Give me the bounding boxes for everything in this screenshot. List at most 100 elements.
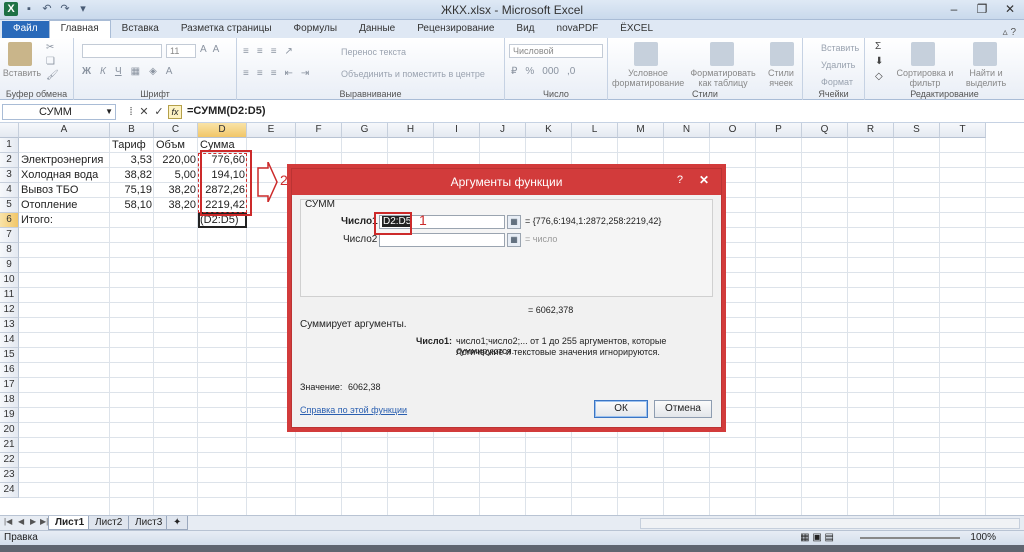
column-header-i[interactable]: I: [434, 123, 480, 138]
row-header-8[interactable]: 8: [0, 243, 19, 258]
fill-color-icon[interactable]: ◈: [149, 66, 157, 77]
merge-center-button[interactable]: Объединить и поместить в центре: [341, 69, 485, 79]
prev-sheet-icon[interactable]: ◀: [18, 517, 24, 526]
row-header-2[interactable]: 2: [0, 153, 19, 168]
column-header-e[interactable]: E: [247, 123, 296, 138]
sort-filter-icon[interactable]: [911, 42, 935, 66]
column-header-o[interactable]: O: [710, 123, 756, 138]
row-header-9[interactable]: 9: [0, 258, 19, 273]
shrink-font-icon[interactable]: A: [213, 44, 220, 55]
select-all-corner[interactable]: [0, 123, 19, 138]
find-select-button[interactable]: Найти и выделить: [959, 68, 1013, 88]
insert-cells-button[interactable]: Вставить: [821, 43, 859, 53]
cell-c1[interactable]: Объм: [154, 138, 198, 153]
ribbon-help-icon[interactable]: ▵ ?: [1003, 27, 1024, 38]
dialog-close-icon[interactable]: ✕: [699, 173, 709, 187]
row-header-18[interactable]: 18: [0, 393, 19, 408]
help-link[interactable]: Справка по этой функции: [300, 405, 407, 415]
tab-data[interactable]: Данные: [348, 21, 406, 38]
dialog-help-icon[interactable]: ?: [677, 174, 683, 186]
column-header-p[interactable]: P: [756, 123, 802, 138]
new-sheet-icon[interactable]: ✦: [166, 516, 189, 530]
clear-icon[interactable]: ◇: [875, 71, 883, 82]
cell-b1[interactable]: Тариф: [110, 138, 154, 153]
column-header-r[interactable]: R: [848, 123, 894, 138]
sort-filter-button[interactable]: Сортировка и фильтр: [895, 68, 955, 88]
align-left-icon[interactable]: ≡: [243, 68, 249, 79]
cell-b3[interactable]: 38,82: [110, 168, 154, 183]
confirm-entry-icon[interactable]: ✓: [152, 105, 166, 119]
row-header-16[interactable]: 16: [0, 363, 19, 378]
align-center-icon[interactable]: ≡: [257, 68, 263, 79]
conditional-format-button[interactable]: Условное форматирование: [612, 68, 684, 88]
row-header-6[interactable]: 6: [0, 213, 19, 228]
currency-icon[interactable]: ₽: [511, 66, 517, 77]
first-sheet-icon[interactable]: |◀: [4, 517, 12, 526]
bold-icon[interactable]: Ж: [82, 66, 91, 77]
chevron-down-icon[interactable]: ▼: [105, 105, 113, 119]
column-header-k[interactable]: K: [526, 123, 572, 138]
format-table-icon[interactable]: [710, 42, 734, 66]
sheet-tab-3[interactable]: Лист3: [128, 516, 170, 530]
arg2-input[interactable]: [379, 233, 505, 247]
zoom-slider[interactable]: [860, 537, 960, 539]
cell-a2[interactable]: Электроэнергия: [19, 153, 110, 168]
row-header-23[interactable]: 23: [0, 468, 19, 483]
tab-novapdf[interactable]: novaPDF: [546, 21, 610, 38]
view-buttons[interactable]: ▦ ▣ ▤: [800, 531, 834, 545]
sheet-tab-1[interactable]: Лист1: [48, 516, 92, 530]
fill-icon[interactable]: ⬇: [875, 56, 883, 67]
italic-icon[interactable]: К: [100, 66, 106, 77]
maximize-icon[interactable]: ❐: [968, 0, 996, 19]
minimize-icon[interactable]: –: [940, 0, 968, 19]
cell-styles-button[interactable]: Стили ячеек: [760, 68, 802, 88]
row-header-3[interactable]: 3: [0, 168, 19, 183]
tab-yoxcel[interactable]: ЁXCEL: [609, 21, 664, 38]
collapse-dialog-icon[interactable]: ▦: [507, 215, 521, 229]
cell-styles-icon[interactable]: [770, 42, 794, 66]
wrap-text-button[interactable]: Перенос текста: [341, 47, 406, 57]
format-cells-button[interactable]: Формат: [821, 77, 853, 87]
column-header-n[interactable]: N: [664, 123, 710, 138]
column-header-t[interactable]: T: [940, 123, 986, 138]
ok-button[interactable]: ОК: [594, 400, 648, 418]
comma-icon[interactable]: 000: [542, 66, 559, 77]
row-header-10[interactable]: 10: [0, 273, 19, 288]
row-header-22[interactable]: 22: [0, 453, 19, 468]
formula-input[interactable]: =СУММ(D2:D5): [187, 105, 266, 117]
column-header-j[interactable]: J: [480, 123, 526, 138]
row-header-17[interactable]: 17: [0, 378, 19, 393]
tab-view[interactable]: Вид: [505, 21, 545, 38]
tab-review[interactable]: Рецензирование: [406, 21, 505, 38]
column-header-h[interactable]: H: [388, 123, 434, 138]
cell-a4[interactable]: Вывоз ТБО: [19, 183, 110, 198]
cell-a6[interactable]: Итого:: [19, 213, 110, 228]
indent-increase-icon[interactable]: ⇥: [301, 68, 309, 79]
grow-font-icon[interactable]: A: [200, 44, 207, 55]
row-header-14[interactable]: 14: [0, 333, 19, 348]
format-painter-icon[interactable]: 🖌: [46, 70, 59, 81]
cancel-entry-icon[interactable]: ✕: [137, 105, 151, 119]
format-table-button[interactable]: Форматировать как таблицу: [688, 68, 758, 88]
align-right-icon[interactable]: ≡: [271, 68, 277, 79]
cell-c5[interactable]: 38,20: [154, 198, 198, 213]
column-header-m[interactable]: M: [618, 123, 664, 138]
tab-home[interactable]: Главная: [48, 20, 111, 38]
column-header-f[interactable]: F: [296, 123, 342, 138]
row-header-11[interactable]: 11: [0, 288, 19, 303]
row-header-21[interactable]: 21: [0, 438, 19, 453]
cell-a5[interactable]: Отопление: [19, 198, 110, 213]
tab-formulas[interactable]: Формулы: [283, 21, 349, 38]
orientation-icon[interactable]: ↗: [285, 46, 293, 57]
tab-insert[interactable]: Вставка: [111, 21, 170, 38]
font-size-field[interactable]: 11: [166, 44, 196, 58]
last-sheet-icon[interactable]: ▶|: [40, 517, 48, 526]
cell-b2[interactable]: 3,53: [110, 153, 154, 168]
align-bottom-icon[interactable]: ≡: [271, 46, 277, 57]
font-name-field[interactable]: [82, 44, 162, 58]
autosum-icon[interactable]: Σ: [875, 41, 883, 52]
column-header-q[interactable]: Q: [802, 123, 848, 138]
cell-c4[interactable]: 38,20: [154, 183, 198, 198]
next-sheet-icon[interactable]: ▶: [30, 517, 36, 526]
indent-decrease-icon[interactable]: ⇤: [285, 68, 293, 79]
